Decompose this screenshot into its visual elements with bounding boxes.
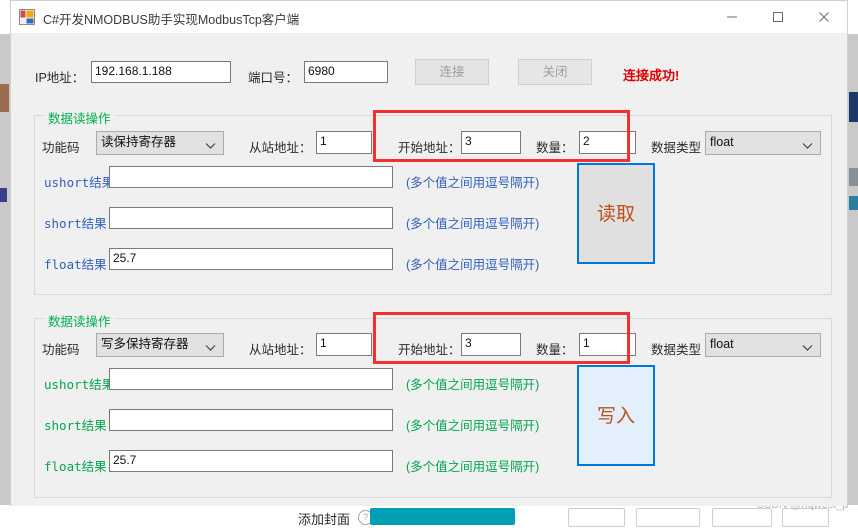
read-ushort-hint: (多个值之间用逗号隔开) xyxy=(406,176,540,190)
disconnect-button[interactable]: 关闭 xyxy=(518,59,592,85)
maximize-button[interactable] xyxy=(755,1,801,32)
write-start-address-label: 开始地址： xyxy=(398,343,461,357)
add-cover-label[interactable]: 添加封面 xyxy=(298,509,350,528)
write-ushort-input[interactable] xyxy=(109,368,393,390)
minimize-icon xyxy=(727,16,737,17)
read-action-button[interactable]: 读取 xyxy=(577,163,655,264)
ip-address-label: IP地址： xyxy=(35,71,85,85)
port-label: 端口号： xyxy=(248,71,299,85)
port-input[interactable]: 6980 xyxy=(304,61,388,83)
close-icon xyxy=(819,11,829,22)
read-float-label: float结果 xyxy=(44,257,107,272)
write-slave-address-input[interactable]: 1 xyxy=(316,333,372,356)
read-short-hint: (多个值之间用逗号隔开) xyxy=(406,217,540,231)
title-bar[interactable]: C#开发NMODBUS助手实现ModbusTcp客户端 xyxy=(11,1,847,34)
read-start-address-input[interactable]: 3 xyxy=(461,131,521,154)
minimize-button[interactable] xyxy=(709,1,755,32)
read-count-input[interactable]: 2 xyxy=(579,131,636,154)
write-action-button[interactable]: 写入 xyxy=(577,365,655,466)
read-slave-address-input[interactable]: 1 xyxy=(316,131,372,154)
write-function-code-value: 写多保持寄存器 xyxy=(101,337,189,351)
connection-status-text: 连接成功! xyxy=(623,68,680,83)
read-short-input[interactable] xyxy=(109,207,393,229)
write-datatype-label: 数据类型 xyxy=(651,343,702,357)
write-float-hint: (多个值之间用逗号隔开) xyxy=(406,460,540,474)
read-datatype-label: 数据类型 xyxy=(651,141,702,155)
write-datatype-value: float xyxy=(710,337,734,351)
window-title: C#开发NMODBUS助手实现ModbusTcp客户端 xyxy=(43,13,300,27)
read-datatype-value: float xyxy=(710,135,734,149)
read-function-code-label: 功能码 xyxy=(42,141,80,155)
chevron-down-icon xyxy=(205,138,216,154)
chevron-down-icon xyxy=(802,340,813,356)
write-float-input[interactable]: 25.7 xyxy=(109,450,393,472)
background-right-content-sliver xyxy=(849,92,858,122)
write-function-code-label: 功能码 xyxy=(42,343,80,357)
write-slave-address-label: 从站地址： xyxy=(249,343,312,357)
read-function-code-value: 读保持寄存器 xyxy=(101,135,177,149)
read-group-title: 数据读操作 xyxy=(44,108,115,127)
write-group-title: 数据读操作 xyxy=(44,311,115,330)
read-datatype-select[interactable]: float xyxy=(705,131,821,155)
write-start-address-input[interactable]: 3 xyxy=(461,333,521,356)
read-float-hint: (多个值之间用逗号隔开) xyxy=(406,258,540,272)
read-function-code-select[interactable]: 读保持寄存器 xyxy=(96,131,224,155)
write-count-label: 数量： xyxy=(536,343,574,357)
read-start-address-label: 开始地址： xyxy=(398,141,461,155)
read-slave-address-label: 从站地址： xyxy=(249,141,312,155)
maximize-icon xyxy=(773,11,783,22)
background-primary-button[interactable] xyxy=(370,508,515,525)
background-toolbar-button-1[interactable] xyxy=(568,508,625,527)
chevron-down-icon xyxy=(205,340,216,356)
read-ushort-input[interactable] xyxy=(109,166,393,188)
write-function-code-select[interactable]: 写多保持寄存器 xyxy=(96,333,224,357)
background-right-content-sliver-3 xyxy=(849,196,858,210)
read-float-input[interactable]: 25.7 xyxy=(109,248,393,270)
read-ushort-label: ushort结果 xyxy=(44,175,115,190)
write-count-input[interactable]: 1 xyxy=(579,333,636,356)
background-left-content-sliver-2 xyxy=(0,188,7,202)
connect-button[interactable]: 连接 xyxy=(415,59,489,85)
write-short-hint: (多个值之间用逗号隔开) xyxy=(406,419,540,433)
write-short-input[interactable] xyxy=(109,409,393,431)
chevron-down-icon xyxy=(802,138,813,154)
write-ushort-label: ushort结果 xyxy=(44,377,115,392)
window-client-area: IP地址： 192.168.1.188 端口号： 6980 连接 关闭 连接成功… xyxy=(11,33,847,506)
read-short-label: short结果 xyxy=(44,216,107,231)
read-count-label: 数量： xyxy=(536,141,574,155)
app-icon xyxy=(19,9,35,25)
write-short-label: short结果 xyxy=(44,418,107,433)
background-left-content-sliver xyxy=(0,84,9,112)
application-window: C#开发NMODBUS助手实现ModbusTcp客户端 IP地址： 192.16… xyxy=(10,0,848,506)
write-ushort-hint: (多个值之间用逗号隔开) xyxy=(406,378,540,392)
background-right-content-sliver-2 xyxy=(849,168,858,186)
ip-address-input[interactable]: 192.168.1.188 xyxy=(91,61,231,83)
write-datatype-select[interactable]: float xyxy=(705,333,821,357)
close-button[interactable] xyxy=(801,1,847,32)
write-float-label: float结果 xyxy=(44,459,107,474)
background-toolbar-button-2[interactable] xyxy=(636,508,700,527)
